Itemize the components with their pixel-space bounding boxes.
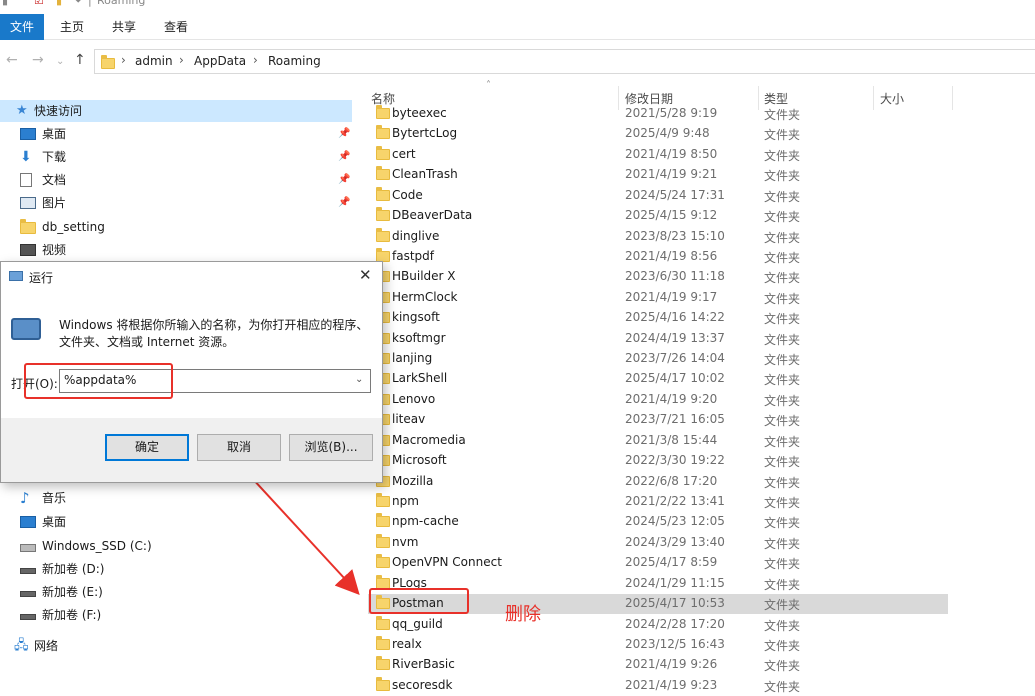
cancel-button[interactable]: 取消 [197, 434, 281, 461]
run-dialog-titlebar[interactable]: 运行 ✕ [1, 262, 382, 290]
run-description-line-1: Windows 将根据你所输入的名称，为你打开相应的程序、 [59, 318, 369, 332]
run-icon [9, 271, 23, 281]
browse-button[interactable]: 浏览(B)... [289, 434, 373, 461]
run-description-line-2: 文件夹、文档或 Internet 资源。 [59, 335, 235, 349]
close-icon[interactable]: ✕ [359, 266, 372, 284]
run-dialog-footer: 确定 取消 浏览(B)... [1, 418, 382, 482]
delete-annotation-label: 删除 [505, 604, 541, 625]
highlight-box-input [24, 363, 173, 399]
ok-button[interactable]: 确定 [105, 434, 189, 461]
chevron-down-icon[interactable]: ⌄ [355, 374, 363, 385]
run-program-icon [11, 318, 41, 340]
run-dialog-title: 运行 [29, 271, 54, 285]
highlight-box-postman [369, 588, 469, 614]
